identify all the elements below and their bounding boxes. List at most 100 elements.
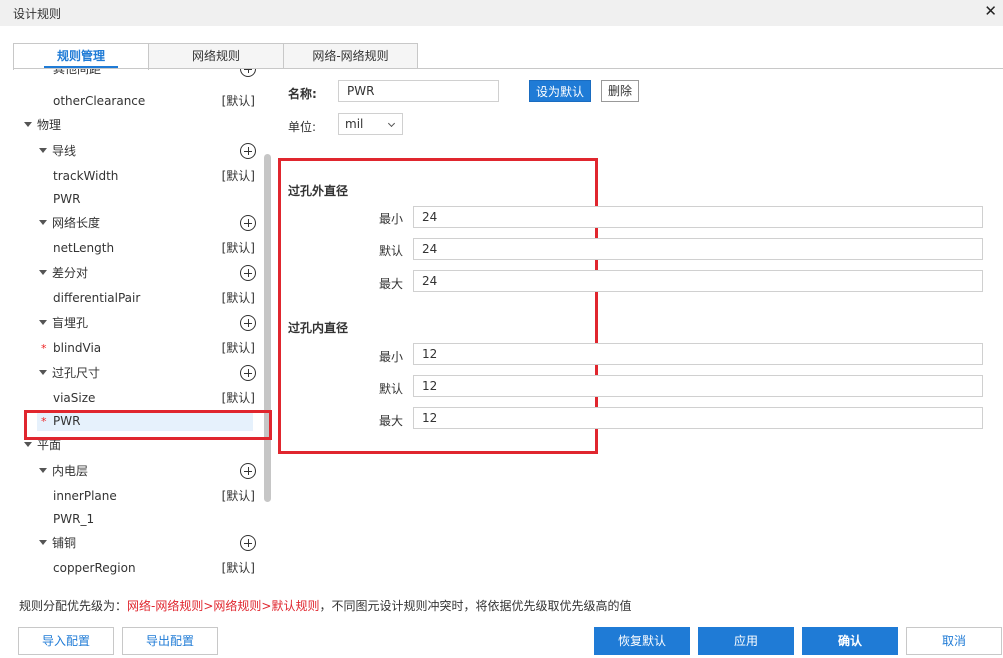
tree-group-label: 过孔尺寸 <box>52 366 101 380</box>
add-icon[interactable] <box>240 365 256 381</box>
caret-down-icon[interactable] <box>39 370 47 375</box>
confirm-button[interactable]: 确认 <box>802 627 898 655</box>
default-tag: [默认] <box>221 341 255 355</box>
add-icon[interactable] <box>240 215 256 231</box>
tree-row-partial[interactable]: 其他间距 <box>18 69 263 80</box>
apply-button[interactable]: 应用 <box>698 627 794 655</box>
tree-item-innerplane[interactable]: innerPlane [默认] <box>18 485 263 507</box>
tree-scrollbar[interactable] <box>264 154 271 502</box>
rule-tree: 其他间距 otherClearance [默认] 物理 导线 trackWidt… <box>18 69 263 585</box>
inner-min-label: 最小 <box>379 350 404 364</box>
tree-item-label: copperRegion <box>53 561 136 575</box>
tree-group-blindvia[interactable]: 盲埋孔 <box>18 312 263 334</box>
default-tag: [默认] <box>221 291 255 305</box>
name-input[interactable]: PWR <box>338 80 499 102</box>
caret-down-icon[interactable] <box>39 148 47 153</box>
tree-group-physical[interactable]: 物理 <box>18 114 263 136</box>
import-config-button[interactable]: 导入配置 <box>18 627 114 655</box>
add-icon[interactable] <box>240 143 256 159</box>
inner-default-input[interactable]: 12 <box>413 375 983 397</box>
tree-group-label: 差分对 <box>52 266 89 280</box>
tree-item-label: blindVia <box>53 341 102 355</box>
note-priority: 网络-网络规则>网络规则>默认规则 <box>127 599 320 613</box>
tab-net-net-rules[interactable]: 网络-网络规则 <box>283 43 418 69</box>
tree-group-viasize[interactable]: 过孔尺寸 <box>18 362 263 384</box>
set-default-button[interactable]: 设为默认 <box>529 80 591 102</box>
tree-item-label: differentialPair <box>53 291 141 305</box>
caret-down-icon[interactable] <box>39 320 47 325</box>
close-icon[interactable]: ✕ <box>984 2 997 20</box>
priority-note: 规则分配优先级为：网络-网络规则>网络规则>默认规则，不同图元设计规则冲突时，将… <box>19 597 631 614</box>
caret-down-icon[interactable] <box>39 270 47 275</box>
outer-min-input[interactable]: 24 <box>413 206 983 228</box>
tree-item-pwr1[interactable]: PWR_1 <box>18 508 263 530</box>
add-icon[interactable] <box>240 463 256 479</box>
outer-max-input[interactable]: 24 <box>413 270 983 292</box>
tree-item-label: netLength <box>53 241 115 255</box>
unit-label: 单位: <box>288 120 317 134</box>
tree-item-viasize[interactable]: viaSize [默认] <box>18 387 263 409</box>
tree-item-label: trackWidth <box>53 169 119 183</box>
outer-default-input[interactable]: 24 <box>413 238 983 260</box>
tree-item-label: PWR_1 <box>53 512 95 526</box>
caret-down-icon[interactable] <box>39 468 47 473</box>
tree-group-copper[interactable]: 铺铜 <box>18 532 263 554</box>
add-icon[interactable] <box>240 535 256 551</box>
unit-value: mil <box>345 117 364 131</box>
tree-group-plane[interactable]: 平面 <box>18 434 263 456</box>
cancel-button[interactable]: 取消 <box>906 627 1002 655</box>
tree-item-trackwidth[interactable]: trackWidth [默认] <box>18 165 263 187</box>
add-icon[interactable] <box>240 315 256 331</box>
delete-button[interactable]: 删除 <box>601 80 639 102</box>
inner-default-label: 默认 <box>379 382 404 396</box>
tree-item-label: otherClearance <box>53 94 146 108</box>
tab-net-rules[interactable]: 网络规则 <box>148 43 284 69</box>
name-label: 名称: <box>288 87 317 101</box>
tree-item-label: innerPlane <box>53 489 117 503</box>
tree-item-label: PWR <box>53 414 81 428</box>
tree-item-pwr-track[interactable]: PWR <box>18 188 263 210</box>
tree-group-diffpair[interactable]: 差分对 <box>18 262 263 284</box>
caret-down-icon[interactable] <box>24 122 32 127</box>
tree-group-innerplane[interactable]: 内电层 <box>18 460 263 482</box>
caret-down-icon[interactable] <box>24 442 32 447</box>
inner-min-input[interactable]: 12 <box>413 343 983 365</box>
tree-group-track[interactable]: 导线 <box>18 140 263 162</box>
tree-item-netlength[interactable]: netLength [默认] <box>18 237 263 259</box>
tree-item-otherclearance[interactable]: otherClearance [默认] <box>18 90 263 112</box>
tree-item-label: PWR <box>53 192 81 206</box>
chevron-down-icon <box>387 119 396 128</box>
default-tag: [默认] <box>221 391 255 405</box>
tab-rule-management[interactable]: 规则管理 <box>13 43 149 70</box>
tree-group-label: 盲埋孔 <box>52 316 89 330</box>
outer-diameter-title: 过孔外直径 <box>288 184 349 198</box>
unit-select[interactable]: mil <box>338 113 403 135</box>
default-tag: [默认] <box>221 561 255 575</box>
default-tag: [默认] <box>221 489 255 503</box>
tree-item-blindvia[interactable]: * blindVia [默认] <box>18 337 263 359</box>
tree-group-netlength[interactable]: 网络长度 <box>18 212 263 234</box>
tree-group-label: 平面 <box>37 438 62 452</box>
inner-max-input[interactable]: 12 <box>413 407 983 429</box>
restore-default-button[interactable]: 恢复默认 <box>594 627 690 655</box>
outer-max-label: 最大 <box>379 277 404 291</box>
add-icon[interactable] <box>240 265 256 281</box>
caret-down-icon[interactable] <box>39 220 47 225</box>
inner-diameter-title: 过孔内直径 <box>288 321 349 335</box>
add-icon[interactable] <box>240 69 256 77</box>
export-config-button[interactable]: 导出配置 <box>122 627 218 655</box>
tree-group-label: 导线 <box>52 144 77 158</box>
modified-star: * <box>41 415 47 428</box>
caret-down-icon[interactable] <box>39 540 47 545</box>
outer-min-label: 最小 <box>379 212 404 226</box>
tree-item-label: 其他间距 <box>53 69 102 76</box>
default-tag: [默认] <box>221 94 255 108</box>
tree-item-pwr-via-selected[interactable]: * PWR <box>18 410 263 432</box>
tree-item-copperregion[interactable]: copperRegion [默认] <box>18 557 263 579</box>
tree-item-differentialpair[interactable]: differentialPair [默认] <box>18 287 263 309</box>
note-prefix: 规则分配优先级为： <box>19 599 128 613</box>
outer-default-label: 默认 <box>379 244 404 258</box>
note-suffix: ，不同图元设计规则冲突时，将依据优先级取优先级高的值 <box>319 599 632 613</box>
tree-group-label: 铺铜 <box>52 536 77 550</box>
title-bar: 设计规则 ✕ <box>0 0 1003 26</box>
